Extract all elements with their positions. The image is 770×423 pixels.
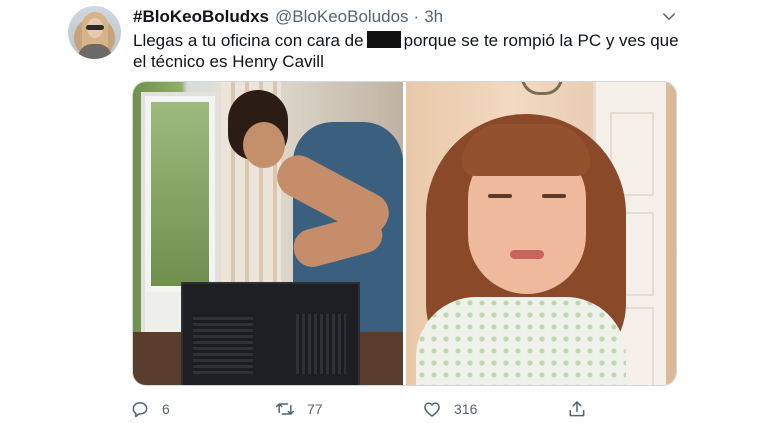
woman-eye-left bbox=[488, 194, 512, 198]
woman-bangs bbox=[462, 124, 590, 176]
redaction-block bbox=[366, 31, 401, 48]
avatar-body bbox=[78, 44, 112, 59]
man-face bbox=[243, 122, 285, 168]
tweet-actions: 6 77 316 bbox=[130, 398, 600, 420]
chevron-down-icon[interactable] bbox=[660, 8, 678, 26]
media-grid[interactable] bbox=[132, 81, 677, 386]
header-separator: · bbox=[413, 7, 420, 26]
avatar[interactable] bbox=[68, 6, 121, 59]
woman-shirt bbox=[416, 297, 626, 385]
lamp bbox=[521, 82, 563, 95]
tweet-text-part-1: Llegas a tu oficina con cara de bbox=[133, 31, 364, 50]
pc-grill-right bbox=[296, 314, 346, 374]
pc-grill-left bbox=[193, 314, 253, 374]
reply-count: 6 bbox=[162, 401, 170, 417]
avatar-sunglasses bbox=[86, 25, 104, 30]
reply-button[interactable]: 6 bbox=[130, 398, 170, 420]
retweet-count: 77 bbox=[307, 401, 323, 417]
share-icon bbox=[569, 401, 585, 417]
woman-mouth bbox=[510, 250, 544, 259]
display-name[interactable]: #BloKeoBoludxs bbox=[133, 7, 269, 27]
window-pane bbox=[151, 102, 209, 286]
share-button[interactable] bbox=[567, 398, 587, 420]
retweet-icon bbox=[275, 403, 295, 415]
heart-icon bbox=[424, 402, 440, 417]
tweet-text: Llegas a tu oficina con cara de porque se… bbox=[133, 30, 693, 72]
retweet-button[interactable]: 77 bbox=[275, 398, 323, 420]
photo-technician[interactable] bbox=[133, 82, 403, 385]
woman-eye-right bbox=[542, 194, 566, 198]
photo-woman-reaction[interactable] bbox=[406, 82, 676, 385]
tweet-header: #BloKeoBoludxs @BloKeoBoludos · 3h bbox=[133, 6, 443, 28]
like-count: 316 bbox=[454, 401, 478, 417]
user-handle[interactable]: @BloKeoBoludos bbox=[275, 7, 409, 27]
pc-case bbox=[181, 282, 360, 385]
reply-icon bbox=[132, 402, 148, 418]
like-button[interactable]: 316 bbox=[422, 398, 477, 420]
tweet-timestamp[interactable]: 3h bbox=[424, 7, 443, 27]
